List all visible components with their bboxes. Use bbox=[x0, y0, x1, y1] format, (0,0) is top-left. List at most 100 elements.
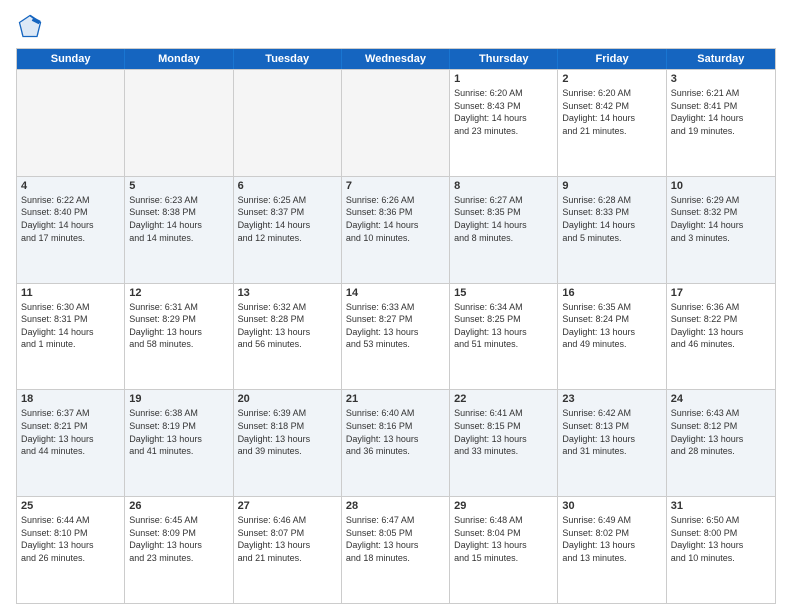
logo-icon bbox=[16, 12, 44, 40]
day-info: Sunrise: 6:22 AM Sunset: 8:40 PM Dayligh… bbox=[21, 194, 120, 244]
day-number: 23 bbox=[562, 393, 661, 405]
calendar-cell: 25 Sunrise: 6:44 AM Sunset: 8:10 PM Dayli… bbox=[17, 497, 125, 603]
day-info: Sunrise: 6:20 AM Sunset: 8:43 PM Dayligh… bbox=[454, 87, 553, 137]
day-info: Sunrise: 6:33 AM Sunset: 8:27 PM Dayligh… bbox=[346, 301, 445, 351]
day-number: 15 bbox=[454, 287, 553, 299]
weekday-header: Monday bbox=[125, 49, 233, 69]
day-number: 27 bbox=[238, 500, 337, 512]
calendar-cell: 28 Sunrise: 6:47 AM Sunset: 8:05 PM Dayli… bbox=[342, 497, 450, 603]
calendar-cell: 27 Sunrise: 6:46 AM Sunset: 8:07 PM Dayli… bbox=[234, 497, 342, 603]
day-number: 11 bbox=[21, 287, 120, 299]
calendar-cell: 2 Sunrise: 6:20 AM Sunset: 8:42 PM Daylig… bbox=[558, 70, 666, 176]
day-number: 28 bbox=[346, 500, 445, 512]
calendar-cell: 23 Sunrise: 6:42 AM Sunset: 8:13 PM Dayli… bbox=[558, 390, 666, 496]
calendar-cell: 13 Sunrise: 6:32 AM Sunset: 8:28 PM Dayli… bbox=[234, 284, 342, 390]
day-info: Sunrise: 6:35 AM Sunset: 8:24 PM Dayligh… bbox=[562, 301, 661, 351]
calendar-cell: 17 Sunrise: 6:36 AM Sunset: 8:22 PM Dayli… bbox=[667, 284, 775, 390]
day-info: Sunrise: 6:26 AM Sunset: 8:36 PM Dayligh… bbox=[346, 194, 445, 244]
calendar-cell: 15 Sunrise: 6:34 AM Sunset: 8:25 PM Dayli… bbox=[450, 284, 558, 390]
calendar-cell: 16 Sunrise: 6:35 AM Sunset: 8:24 PM Dayli… bbox=[558, 284, 666, 390]
day-number: 24 bbox=[671, 393, 771, 405]
day-number: 25 bbox=[21, 500, 120, 512]
day-info: Sunrise: 6:39 AM Sunset: 8:18 PM Dayligh… bbox=[238, 407, 337, 457]
day-number: 29 bbox=[454, 500, 553, 512]
day-info: Sunrise: 6:42 AM Sunset: 8:13 PM Dayligh… bbox=[562, 407, 661, 457]
day-number: 13 bbox=[238, 287, 337, 299]
day-number: 1 bbox=[454, 73, 553, 85]
calendar-cell: 22Sunrise: 6:41 AM Sunset: 8:15 PM Dayli… bbox=[450, 390, 558, 496]
day-info: Sunrise: 6:34 AM Sunset: 8:25 PM Dayligh… bbox=[454, 301, 553, 351]
day-info: Sunrise: 6:25 AM Sunset: 8:37 PM Dayligh… bbox=[238, 194, 337, 244]
day-info: Sunrise: 6:32 AM Sunset: 8:28 PM Dayligh… bbox=[238, 301, 337, 351]
day-info: Sunrise: 6:44 AM Sunset: 8:10 PM Dayligh… bbox=[21, 514, 120, 564]
calendar-cell: 12 Sunrise: 6:31 AM Sunset: 8:29 PM Dayli… bbox=[125, 284, 233, 390]
day-info: Sunrise: 6:37 AM Sunset: 8:21 PM Dayligh… bbox=[21, 407, 120, 457]
calendar-cell: 8 Sunrise: 6:27 AM Sunset: 8:35 PM Daylig… bbox=[450, 177, 558, 283]
day-info: Sunrise: 6:27 AM Sunset: 8:35 PM Dayligh… bbox=[454, 194, 553, 244]
day-number: 18 bbox=[21, 393, 120, 405]
calendar-cell: 20Sunrise: 6:39 AM Sunset: 8:18 PM Dayli… bbox=[234, 390, 342, 496]
day-number: 19 bbox=[129, 393, 228, 405]
calendar-cell: 14 Sunrise: 6:33 AM Sunset: 8:27 PM Dayli… bbox=[342, 284, 450, 390]
day-number: 14 bbox=[346, 287, 445, 299]
calendar-cell: 19 Sunrise: 6:38 AM Sunset: 8:19 PM Dayli… bbox=[125, 390, 233, 496]
day-number: 30 bbox=[562, 500, 661, 512]
weekday-header: Tuesday bbox=[234, 49, 342, 69]
calendar-cell bbox=[17, 70, 125, 176]
calendar-cell: 30 Sunrise: 6:49 AM Sunset: 8:02 PM Dayli… bbox=[558, 497, 666, 603]
day-info: Sunrise: 6:45 AM Sunset: 8:09 PM Dayligh… bbox=[129, 514, 228, 564]
day-number: 5 bbox=[129, 180, 228, 192]
day-info: Sunrise: 6:30 AM Sunset: 8:31 PM Dayligh… bbox=[21, 301, 120, 351]
day-number: 4 bbox=[21, 180, 120, 192]
calendar-row: 4 Sunrise: 6:22 AM Sunset: 8:40 PM Daylig… bbox=[17, 176, 775, 283]
day-number: 9 bbox=[562, 180, 661, 192]
calendar-cell: 3Sunrise: 6:21 AM Sunset: 8:41 PM Daylig… bbox=[667, 70, 775, 176]
day-number: 12 bbox=[129, 287, 228, 299]
day-info: Sunrise: 6:48 AM Sunset: 8:04 PM Dayligh… bbox=[454, 514, 553, 564]
calendar: SundayMondayTuesdayWednesdayThursdayFrid… bbox=[16, 48, 776, 604]
calendar-cell: 10Sunrise: 6:29 AM Sunset: 8:32 PM Dayli… bbox=[667, 177, 775, 283]
weekday-header: Sunday bbox=[17, 49, 125, 69]
day-number: 31 bbox=[671, 500, 771, 512]
logo bbox=[16, 12, 48, 40]
day-number: 6 bbox=[238, 180, 337, 192]
calendar-cell: 7 Sunrise: 6:26 AM Sunset: 8:36 PM Daylig… bbox=[342, 177, 450, 283]
day-info: Sunrise: 6:49 AM Sunset: 8:02 PM Dayligh… bbox=[562, 514, 661, 564]
day-info: Sunrise: 6:40 AM Sunset: 8:16 PM Dayligh… bbox=[346, 407, 445, 457]
calendar-cell bbox=[342, 70, 450, 176]
day-info: Sunrise: 6:20 AM Sunset: 8:42 PM Dayligh… bbox=[562, 87, 661, 137]
weekday-header: Saturday bbox=[667, 49, 775, 69]
day-info: Sunrise: 6:43 AM Sunset: 8:12 PM Dayligh… bbox=[671, 407, 771, 457]
day-info: Sunrise: 6:38 AM Sunset: 8:19 PM Dayligh… bbox=[129, 407, 228, 457]
weekday-header: Friday bbox=[558, 49, 666, 69]
calendar-cell: 6 Sunrise: 6:25 AM Sunset: 8:37 PM Daylig… bbox=[234, 177, 342, 283]
day-number: 2 bbox=[562, 73, 661, 85]
calendar-cell bbox=[234, 70, 342, 176]
calendar-cell: 11 Sunrise: 6:30 AM Sunset: 8:31 PM Dayli… bbox=[17, 284, 125, 390]
day-number: 26 bbox=[129, 500, 228, 512]
day-number: 17 bbox=[671, 287, 771, 299]
calendar-cell: 24 Sunrise: 6:43 AM Sunset: 8:12 PM Dayli… bbox=[667, 390, 775, 496]
weekday-header: Thursday bbox=[450, 49, 558, 69]
calendar-cell: 18 Sunrise: 6:37 AM Sunset: 8:21 PM Dayli… bbox=[17, 390, 125, 496]
calendar-header: SundayMondayTuesdayWednesdayThursdayFrid… bbox=[17, 49, 775, 69]
calendar-row: 11 Sunrise: 6:30 AM Sunset: 8:31 PM Dayli… bbox=[17, 283, 775, 390]
day-info: Sunrise: 6:41 AM Sunset: 8:15 PM Dayligh… bbox=[454, 407, 553, 457]
calendar-cell: 9 Sunrise: 6:28 AM Sunset: 8:33 PM Daylig… bbox=[558, 177, 666, 283]
calendar-cell: 29 Sunrise: 6:48 AM Sunset: 8:04 PM Dayli… bbox=[450, 497, 558, 603]
calendar-cell bbox=[125, 70, 233, 176]
day-info: Sunrise: 6:46 AM Sunset: 8:07 PM Dayligh… bbox=[238, 514, 337, 564]
day-number: 8 bbox=[454, 180, 553, 192]
day-number: 7 bbox=[346, 180, 445, 192]
calendar-cell: 21Sunrise: 6:40 AM Sunset: 8:16 PM Dayli… bbox=[342, 390, 450, 496]
day-info: Sunrise: 6:36 AM Sunset: 8:22 PM Dayligh… bbox=[671, 301, 771, 351]
day-info: Sunrise: 6:31 AM Sunset: 8:29 PM Dayligh… bbox=[129, 301, 228, 351]
day-info: Sunrise: 6:47 AM Sunset: 8:05 PM Dayligh… bbox=[346, 514, 445, 564]
day-number: 16 bbox=[562, 287, 661, 299]
day-info: Sunrise: 6:28 AM Sunset: 8:33 PM Dayligh… bbox=[562, 194, 661, 244]
day-number: 10 bbox=[671, 180, 771, 192]
calendar-cell: 26 Sunrise: 6:45 AM Sunset: 8:09 PM Dayli… bbox=[125, 497, 233, 603]
weekday-header: Wednesday bbox=[342, 49, 450, 69]
calendar-cell: 5Sunrise: 6:23 AM Sunset: 8:38 PM Daylig… bbox=[125, 177, 233, 283]
page: SundayMondayTuesdayWednesdayThursdayFrid… bbox=[0, 0, 792, 612]
